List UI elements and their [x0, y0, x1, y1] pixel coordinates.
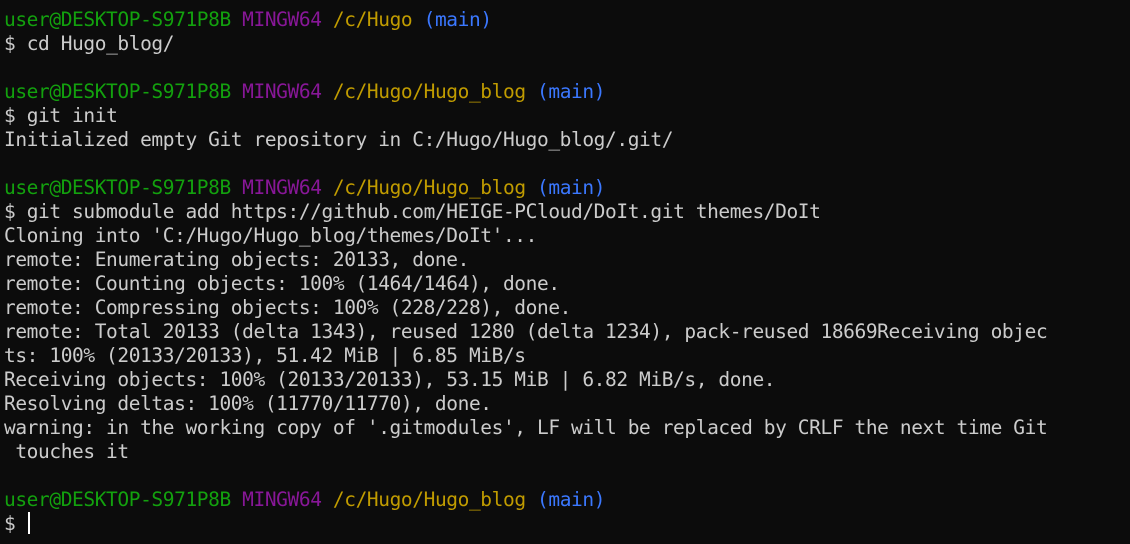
output-line: Initialized empty Git repository in C:/H…: [4, 128, 674, 151]
prompt-user-host: user@DESKTOP-S971P8B: [4, 176, 231, 199]
command-text: git init: [26, 104, 118, 127]
prompt-symbol: $: [4, 512, 16, 535]
command-line[interactable]: $: [4, 512, 1130, 536]
output-line: Receiving objects: 100% (20133/20133), 5…: [4, 368, 776, 391]
prompt-line: user@DESKTOP-S971P8B MINGW64 /c/Hugo/Hug…: [4, 80, 1130, 104]
prompt-branch: (main): [537, 176, 606, 199]
output-line: Cloning into 'C:/Hugo/Hugo_blog/themes/D…: [4, 224, 537, 247]
output-line: remote: Total 20133 (delta 1343), reused…: [4, 320, 1048, 343]
output-line: remote: Compressing objects: 100% (228/2…: [4, 296, 571, 319]
command-line: $ git init: [4, 104, 1130, 128]
prompt-branch: (main): [537, 80, 606, 103]
prompt-user-host: user@DESKTOP-S971P8B: [4, 488, 231, 511]
text-cursor[interactable]: [27, 512, 30, 534]
output-line: touches it: [4, 440, 129, 463]
terminal-window[interactable]: user@DESKTOP-S971P8B MINGW64 /c/Hugo (ma…: [0, 0, 1130, 544]
command-line: $ cd Hugo_blog/: [4, 32, 1130, 56]
prompt-system: MINGW64: [242, 8, 322, 31]
prompt-path: /c/Hugo/Hugo_blog: [332, 80, 526, 103]
prompt-line: user@DESKTOP-S971P8B MINGW64 /c/Hugo (ma…: [4, 8, 1130, 32]
output-line: remote: Counting objects: 100% (1464/146…: [4, 272, 560, 295]
prompt-branch: (main): [423, 8, 492, 31]
prompt-system: MINGW64: [242, 80, 322, 103]
prompt-system: MINGW64: [242, 488, 322, 511]
prompt-path: /c/Hugo/Hugo_blog: [332, 488, 526, 511]
output-line: remote: Enumerating objects: 20133, done…: [4, 248, 469, 271]
prompt-user-host: user@DESKTOP-S971P8B: [4, 8, 231, 31]
output-line: warning: in the working copy of '.gitmod…: [4, 416, 1048, 439]
command-text: cd Hugo_blog/: [26, 32, 175, 55]
prompt-symbol: $: [4, 200, 16, 223]
command-line: $ git submodule add https://github.com/H…: [4, 200, 1130, 224]
prompt-symbol: $: [4, 104, 16, 127]
prompt-line: user@DESKTOP-S971P8B MINGW64 /c/Hugo/Hug…: [4, 488, 1130, 512]
prompt-path: /c/Hugo/Hugo_blog: [332, 176, 526, 199]
prompt-system: MINGW64: [242, 176, 322, 199]
command-text: git submodule add https://github.com/HEI…: [26, 200, 821, 223]
output-line: ts: 100% (20133/20133), 51.42 MiB | 6.85…: [4, 344, 526, 367]
prompt-branch: (main): [537, 488, 606, 511]
prompt-symbol: $: [4, 32, 16, 55]
output-line: Resolving deltas: 100% (11770/11770), do…: [4, 392, 492, 415]
prompt-line: user@DESKTOP-S971P8B MINGW64 /c/Hugo/Hug…: [4, 176, 1130, 200]
prompt-path: /c/Hugo: [332, 8, 413, 31]
prompt-user-host: user@DESKTOP-S971P8B: [4, 80, 231, 103]
